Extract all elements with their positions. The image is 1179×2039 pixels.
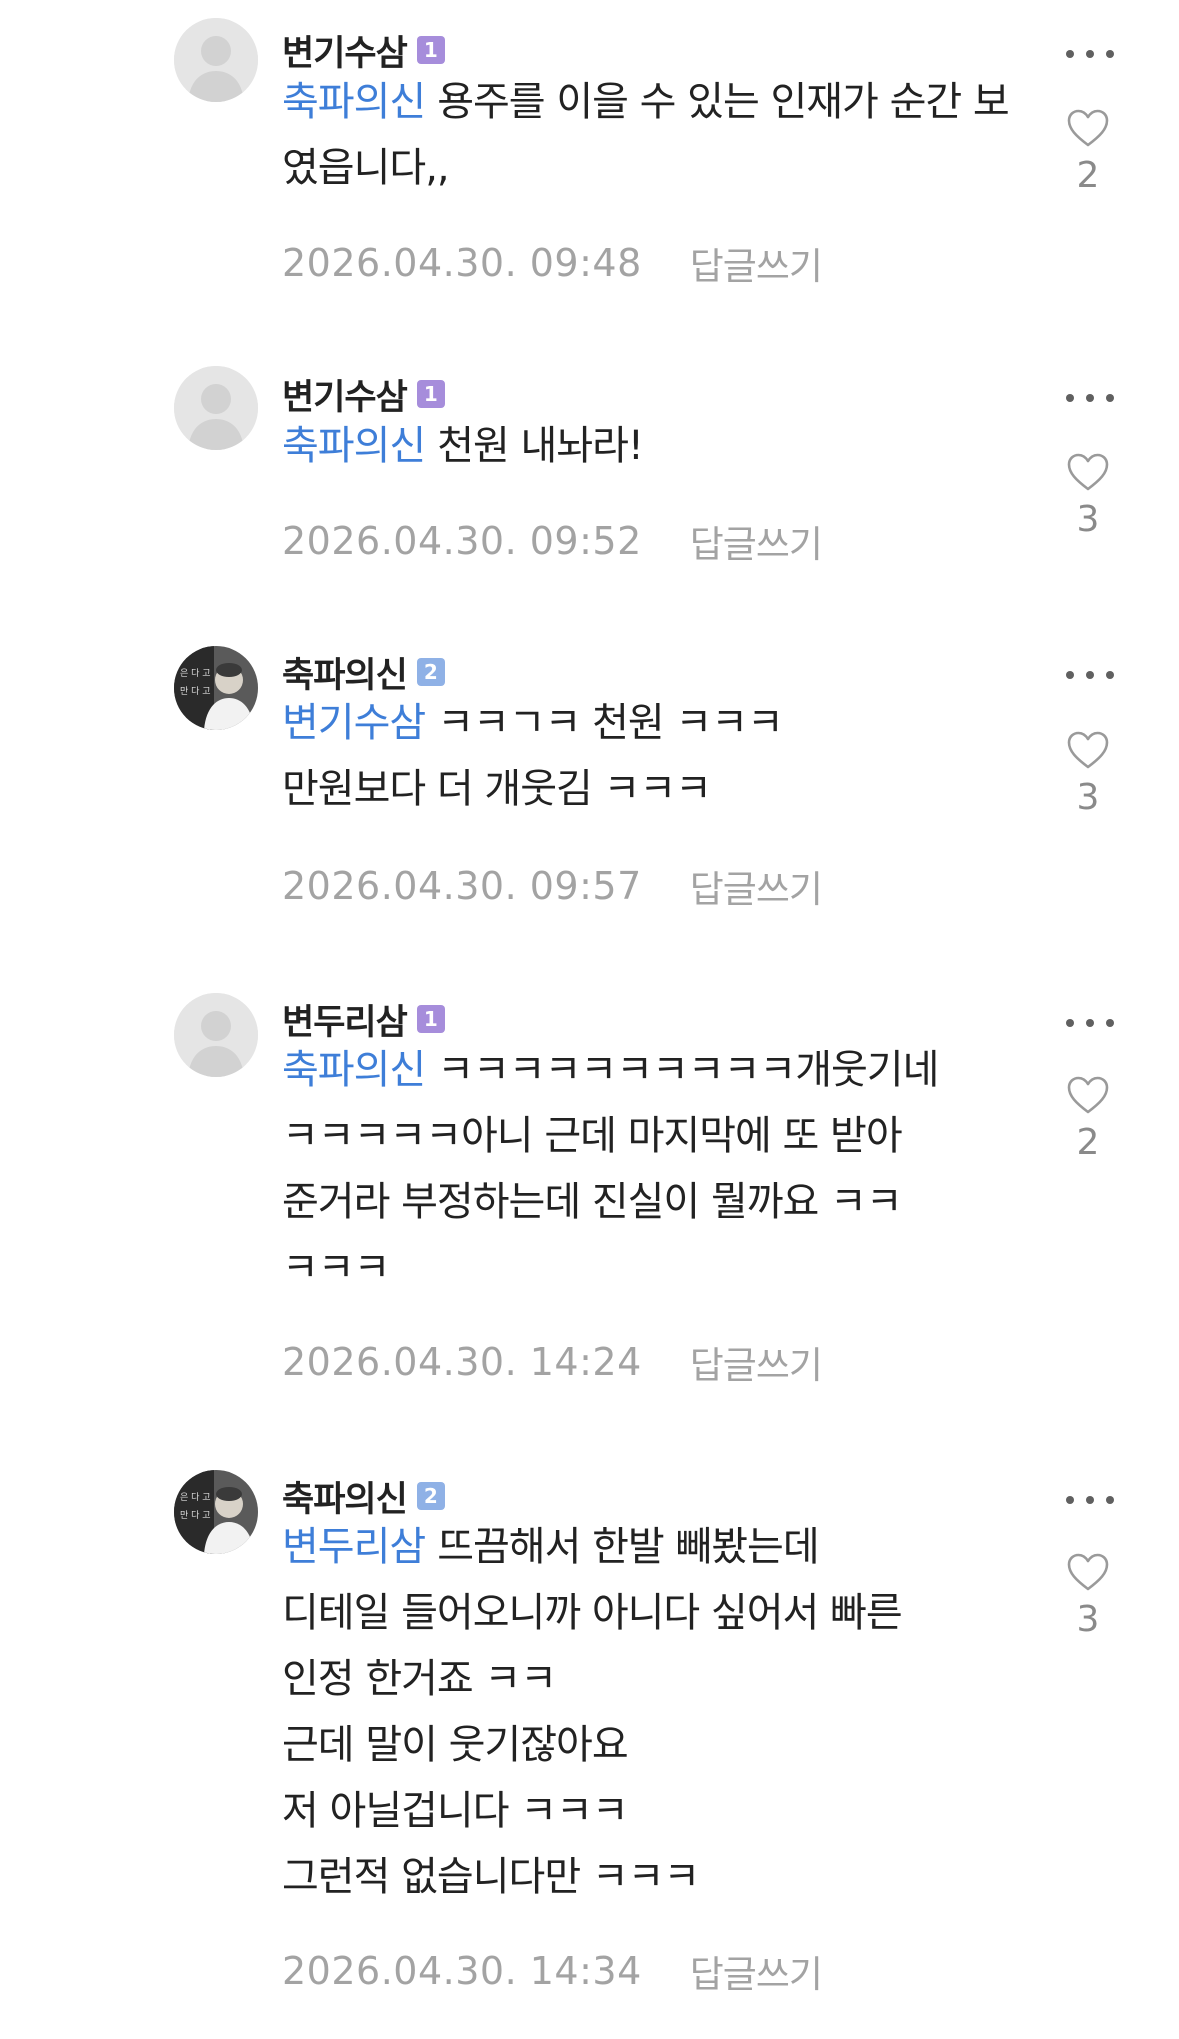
- comment-date: 2026.04.30. 14:24: [282, 1340, 642, 1384]
- comment-text: 축파의신 용주를 이을 수 있는 인재가 순간 보였읍니다,,: [282, 69, 1022, 201]
- level-badge: 1: [416, 36, 445, 64]
- like-area: 3: [1058, 1552, 1118, 1640]
- meta-row: 2026.04.30. 14:34 답글쓰기: [282, 1944, 823, 1998]
- comment-body: 뜨끔해서 한발 빼봤는데 디테일 들어오니까 아니다 싶어서 빠른 인정 한거죠…: [282, 1524, 903, 1900]
- profile-photo-icon: 은 다 고 만 다 고: [174, 1470, 258, 1554]
- avatar[interactable]: 은 다 고 만 다 고: [174, 1470, 258, 1554]
- author-row: 변기수삼 1: [282, 25, 445, 75]
- comment-date: 2026.04.30. 09:52: [282, 519, 642, 563]
- avatar[interactable]: 은 다 고 만 다 고: [174, 646, 258, 730]
- reply-button[interactable]: 답글쓰기: [690, 514, 823, 568]
- reply-button[interactable]: 답글쓰기: [690, 1335, 823, 1389]
- comment-date: 2026.04.30. 09:48: [282, 241, 642, 285]
- svg-text:은 다 고: 은 다 고: [180, 1492, 211, 1503]
- reply-button[interactable]: 답글쓰기: [690, 1944, 823, 1998]
- comment-text: 변기수삼 ㅋㅋㄱㅋ 천원 ㅋㅋㅋ 만원보다 더 개웃김 ㅋㅋㅋ: [282, 690, 1022, 822]
- mention-link[interactable]: 축파의신: [282, 1047, 426, 1093]
- author-name[interactable]: 변기수삼: [282, 25, 408, 76]
- reply-button[interactable]: 답글쓰기: [690, 236, 823, 290]
- like-count: 3: [1076, 499, 1100, 540]
- heart-icon[interactable]: [1066, 452, 1110, 492]
- like-area: 2: [1058, 108, 1118, 196]
- profile-photo-icon: 은 다 고 만 다 고: [174, 646, 258, 730]
- comment-text: 축파의신 ㅋㅋㅋㅋㅋㅋㅋㅋㅋㅋ개웃기네 ㅋㅋㅋㅋㅋ아니 근데 마지막에 또 받아 …: [282, 1037, 1022, 1301]
- reply-button[interactable]: 답글쓰기: [690, 859, 823, 913]
- comment-date: 2026.04.30. 14:34: [282, 1949, 642, 1993]
- level-badge: 2: [416, 1482, 445, 1510]
- default-avatar-icon: [174, 993, 258, 1077]
- meta-row: 2026.04.30. 09:57 답글쓰기: [282, 859, 823, 913]
- level-badge: 2: [416, 658, 445, 686]
- more-options-icon[interactable]: [1066, 1490, 1114, 1510]
- like-count: 2: [1076, 155, 1100, 196]
- meta-row: 2026.04.30. 14:24 답글쓰기: [282, 1335, 823, 1389]
- like-count: 2: [1076, 1122, 1100, 1163]
- more-options-icon[interactable]: [1066, 44, 1114, 64]
- like-count: 3: [1076, 1599, 1100, 1640]
- heart-icon[interactable]: [1066, 108, 1110, 148]
- author-name[interactable]: 변기수삼: [282, 369, 408, 420]
- comment-body: 천원 내놔라!: [437, 423, 644, 469]
- heart-icon[interactable]: [1066, 1075, 1110, 1115]
- more-options-icon[interactable]: [1066, 388, 1114, 408]
- svg-text:만 다 고: 만 다 고: [180, 1510, 211, 1521]
- mention-link[interactable]: 축파의신: [282, 79, 426, 125]
- heart-icon[interactable]: [1066, 730, 1110, 770]
- more-options-icon[interactable]: [1066, 1013, 1114, 1033]
- level-badge: 1: [416, 1005, 445, 1033]
- avatar[interactable]: [174, 366, 258, 450]
- heart-icon[interactable]: [1066, 1552, 1110, 1592]
- comment-text: 축파의신 천원 내놔라!: [282, 413, 1022, 479]
- like-area: 3: [1058, 730, 1118, 818]
- comment-date: 2026.04.30. 09:57: [282, 864, 642, 908]
- level-badge: 1: [416, 380, 445, 408]
- comment-text: 변두리삼 뜨끔해서 한발 빼봤는데 디테일 들어오니까 아니다 싶어서 빠른 인정…: [282, 1514, 1022, 1910]
- more-options-icon[interactable]: [1066, 665, 1114, 685]
- like-area: 3: [1058, 452, 1118, 540]
- svg-text:은 다 고: 은 다 고: [180, 668, 211, 679]
- avatar[interactable]: [174, 18, 258, 102]
- meta-row: 2026.04.30. 09:48 답글쓰기: [282, 236, 823, 290]
- svg-text:만 다 고: 만 다 고: [180, 686, 211, 697]
- meta-row: 2026.04.30. 09:52 답글쓰기: [282, 514, 823, 568]
- mention-link[interactable]: 변두리삼: [282, 1524, 426, 1570]
- default-avatar-icon: [174, 18, 258, 102]
- like-area: 2: [1058, 1075, 1118, 1163]
- mention-link[interactable]: 축파의신: [282, 423, 426, 469]
- default-avatar-icon: [174, 366, 258, 450]
- mention-link[interactable]: 변기수삼: [282, 700, 426, 746]
- avatar[interactable]: [174, 993, 258, 1077]
- like-count: 3: [1076, 777, 1100, 818]
- author-row: 변기수삼 1: [282, 369, 445, 419]
